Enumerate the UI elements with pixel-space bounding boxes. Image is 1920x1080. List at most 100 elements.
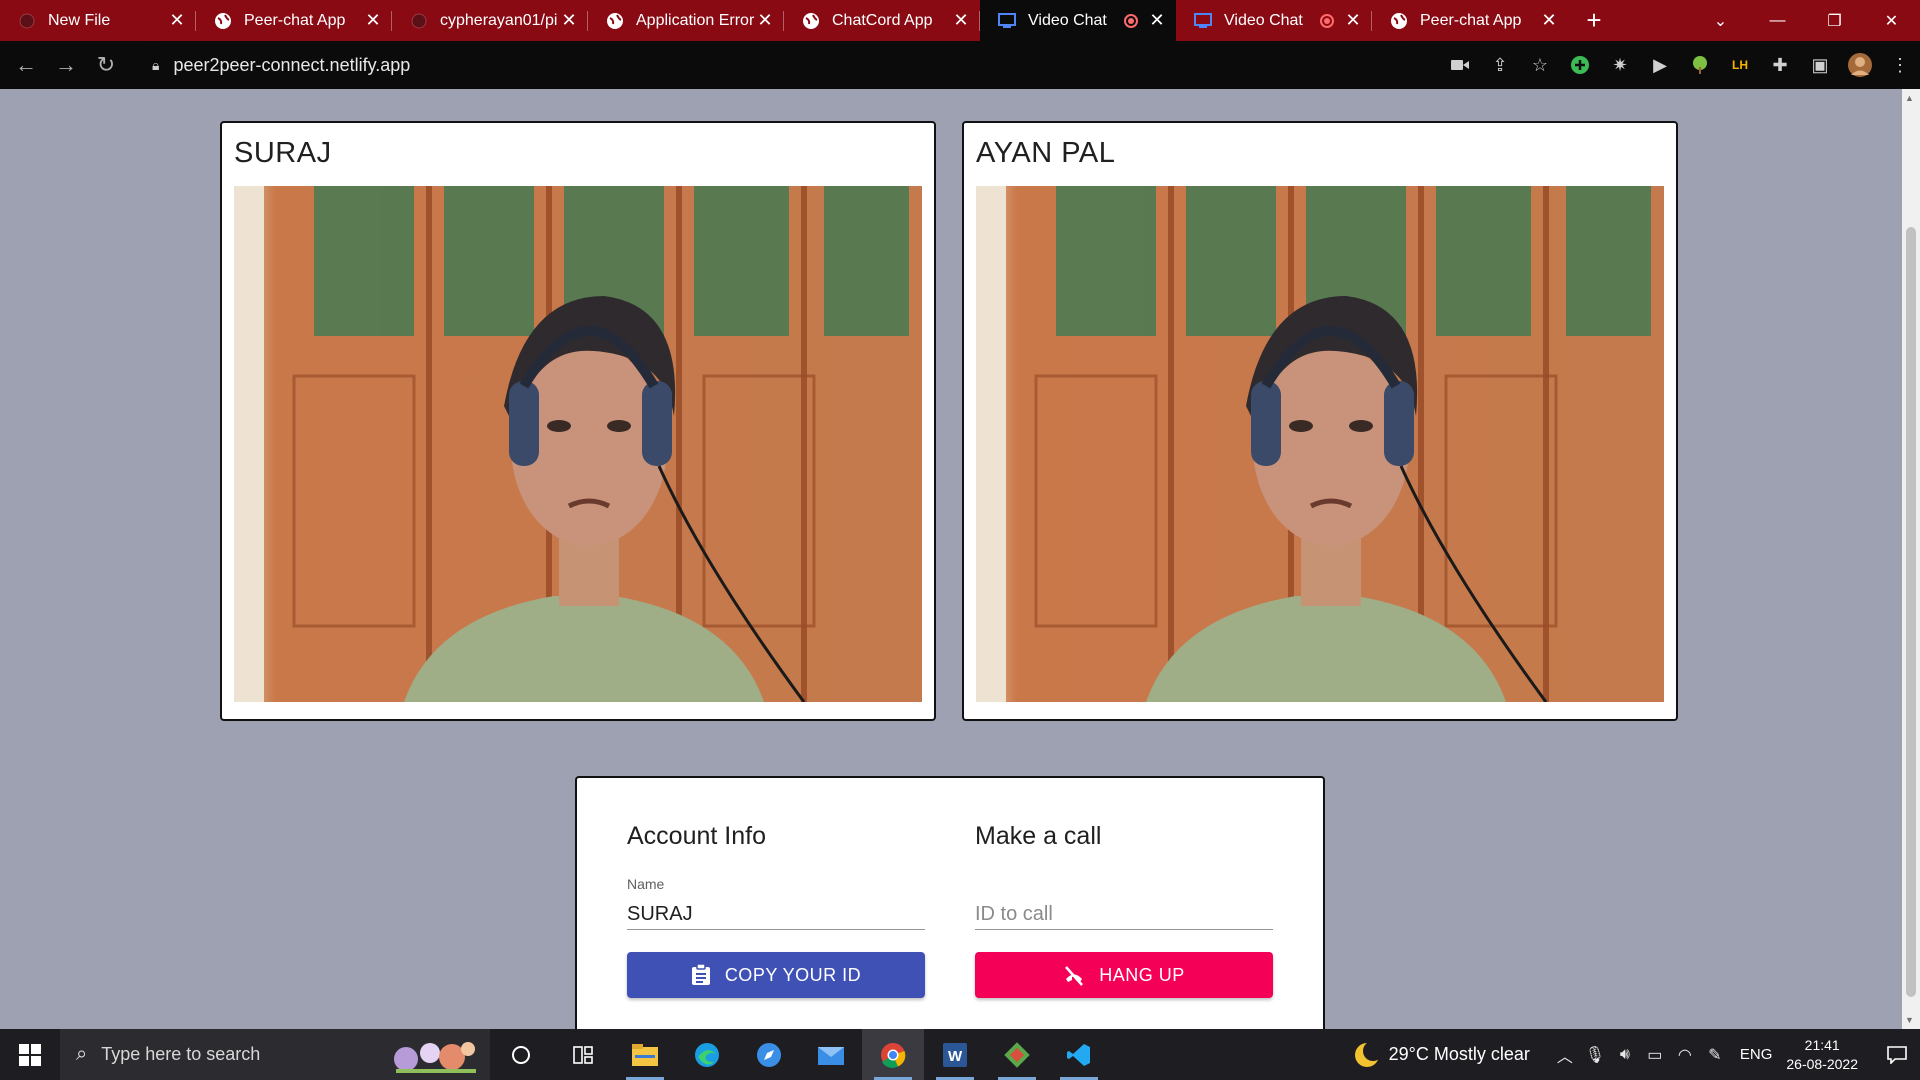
id-to-call-field[interactable] — [975, 890, 1273, 930]
system-tray: 29°C Mostly clear ︿ 🎙︎ 🔊︎ ▭ ◠ ✎ ENG 21:4… — [1354, 1029, 1920, 1080]
video-chat-icon — [1194, 12, 1212, 30]
close-window-button[interactable]: ✕ — [1863, 0, 1920, 41]
svg-text:W: W — [948, 1048, 963, 1065]
camera-icon[interactable] — [1440, 45, 1480, 85]
local-video — [234, 186, 922, 702]
task-view-icon[interactable] — [552, 1029, 614, 1080]
reload-icon[interactable]: ↻ — [86, 45, 126, 85]
close-icon[interactable]: ✕ — [1344, 10, 1362, 31]
search-placeholder: Type here to search — [101, 1044, 261, 1064]
weather-text: 29°C Mostly clear — [1388, 1044, 1530, 1064]
safari-icon[interactable] — [738, 1029, 800, 1080]
name-field[interactable] — [627, 890, 925, 930]
close-icon[interactable]: ✕ — [952, 10, 970, 31]
close-icon[interactable]: ✕ — [168, 10, 186, 31]
lock-icon: 🔒︎ — [152, 56, 160, 73]
account-info-heading: Account Info — [627, 822, 766, 850]
clock[interactable]: 21:41 26-08-2022 — [1786, 1036, 1858, 1074]
clock-time: 21:41 — [1804, 1036, 1840, 1053]
recording-icon — [1320, 13, 1334, 28]
video-chat-icon — [998, 12, 1016, 30]
file-explorer-icon[interactable] — [614, 1029, 676, 1080]
lighthouse-extension-icon[interactable]: LH — [1720, 45, 1760, 85]
tab-title: cypherayan01/pi — [440, 11, 558, 29]
tree-extension-icon[interactable] — [1680, 45, 1720, 85]
globe-icon — [1390, 12, 1408, 30]
close-icon[interactable]: ✕ — [1148, 10, 1166, 31]
scroll-down-icon[interactable]: ▼ — [1905, 1015, 1914, 1025]
chrome-icon[interactable] — [862, 1029, 924, 1080]
tab-application-error[interactable]: Application Error ✕ — [588, 0, 784, 41]
tab-peer-chat-app-2[interactable]: Peer-chat App ✕ — [1372, 0, 1568, 41]
close-icon[interactable]: ✕ — [560, 10, 578, 31]
video-card-local: SURAJ — [220, 121, 936, 721]
page-scrollbar[interactable]: ▲ ▼ — [1902, 89, 1920, 1029]
bookmark-star-icon[interactable]: ☆ — [1520, 45, 1560, 85]
gear-extension-icon[interactable]: ✷ — [1600, 45, 1640, 85]
battery-icon[interactable]: ▭ — [1640, 1045, 1670, 1065]
tab-chatcord-app[interactable]: ChatCord App ✕ — [784, 0, 980, 41]
cortana-icon[interactable] — [490, 1029, 552, 1080]
copy-id-button[interactable]: COPY YOUR ID — [627, 952, 925, 998]
notification-icon[interactable] — [1874, 1045, 1920, 1064]
tab-title: Application Error — [636, 11, 755, 29]
mail-icon[interactable] — [800, 1029, 862, 1080]
github-icon — [410, 12, 428, 30]
side-panel-icon[interactable]: ▣ — [1800, 45, 1840, 85]
microphone-icon[interactable]: 🎙︎ — [1580, 1045, 1610, 1065]
wifi-icon[interactable]: ◠ — [1670, 1045, 1700, 1065]
play-extension-icon[interactable]: ▶ — [1640, 45, 1680, 85]
git-icon[interactable] — [986, 1029, 1048, 1080]
tab-new-file[interactable]: New File ✕ — [0, 0, 196, 41]
weather-widget[interactable]: 29°C Mostly clear — [1354, 1040, 1530, 1067]
toolbar-icons: ⇪ ☆ ✷ ▶ LH ✚ ▣ ⋮ — [1440, 41, 1920, 89]
taskbar-search[interactable]: ⌕ Type here to search — [60, 1029, 490, 1080]
address-bar[interactable]: 🔒︎ peer2peer-connect.netlify.app — [138, 47, 1416, 83]
tab-title: Video Chat — [1028, 11, 1107, 29]
word-icon[interactable]: W — [924, 1029, 986, 1080]
tab-strip: New File ✕ Peer-chat App ✕ cypherayan01/… — [0, 0, 1920, 41]
hang-up-label: HANG UP — [1099, 964, 1185, 985]
clock-date: 26-08-2022 — [1786, 1055, 1858, 1072]
share-icon[interactable]: ⇪ — [1480, 45, 1520, 85]
pen-icon[interactable]: ✎ — [1700, 1045, 1730, 1065]
extension-plus-icon[interactable] — [1560, 45, 1600, 85]
scroll-up-icon[interactable]: ▲ — [1905, 93, 1914, 103]
minimize-button[interactable]: — — [1749, 0, 1806, 41]
tab-peer-chat-app[interactable]: Peer-chat App ✕ — [196, 0, 392, 41]
search-icon: ⌕ — [76, 1043, 88, 1065]
globe-icon — [802, 12, 820, 30]
speaker-icon[interactable]: 🔊︎ — [1610, 1046, 1640, 1064]
callee-name: AYAN PAL — [976, 137, 1116, 169]
tab-search-icon[interactable]: ⌄ — [1692, 0, 1749, 41]
make-call-heading: Make a call — [975, 822, 1102, 850]
scroll-thumb[interactable] — [1906, 227, 1916, 997]
puzzle-extensions-icon[interactable]: ✚ — [1760, 45, 1800, 85]
new-tab-button[interactable]: + — [1574, 0, 1614, 41]
hang-up-button[interactable]: HANG UP — [975, 952, 1273, 998]
edge-icon[interactable] — [676, 1029, 738, 1080]
close-icon[interactable]: ✕ — [756, 10, 774, 31]
close-icon[interactable]: ✕ — [1540, 10, 1558, 31]
close-icon[interactable]: ✕ — [364, 10, 382, 31]
windows-start-icon[interactable] — [0, 1029, 60, 1080]
moon-weather-icon — [1354, 1040, 1383, 1067]
search-highlight-illustration — [386, 1035, 482, 1075]
window-controls: ⌄ — ❐ ✕ — [1692, 0, 1920, 41]
github-icon — [18, 12, 36, 30]
tab-title: New File — [48, 11, 111, 29]
options-panel: Account Info Name COPY YOUR ID Make a ca… — [575, 776, 1325, 1036]
language-indicator[interactable]: ENG — [1740, 1046, 1773, 1063]
back-icon[interactable]: ← — [6, 45, 46, 85]
tab-video-chat-active[interactable]: Video Chat ✕ — [980, 0, 1176, 41]
restore-button[interactable]: ❐ — [1806, 0, 1863, 41]
chevron-up-icon[interactable]: ︿ — [1550, 1043, 1580, 1067]
vscode-icon[interactable] — [1048, 1029, 1110, 1080]
tab-video-chat[interactable]: Video Chat ✕ — [1176, 0, 1372, 41]
globe-icon — [606, 12, 624, 30]
profile-avatar[interactable] — [1840, 45, 1880, 85]
tab-github-repo[interactable]: cypherayan01/pi ✕ — [392, 0, 588, 41]
forward-icon[interactable]: → — [46, 45, 86, 85]
tab-title: ChatCord App — [832, 11, 933, 29]
menu-icon[interactable]: ⋮ — [1880, 45, 1920, 85]
